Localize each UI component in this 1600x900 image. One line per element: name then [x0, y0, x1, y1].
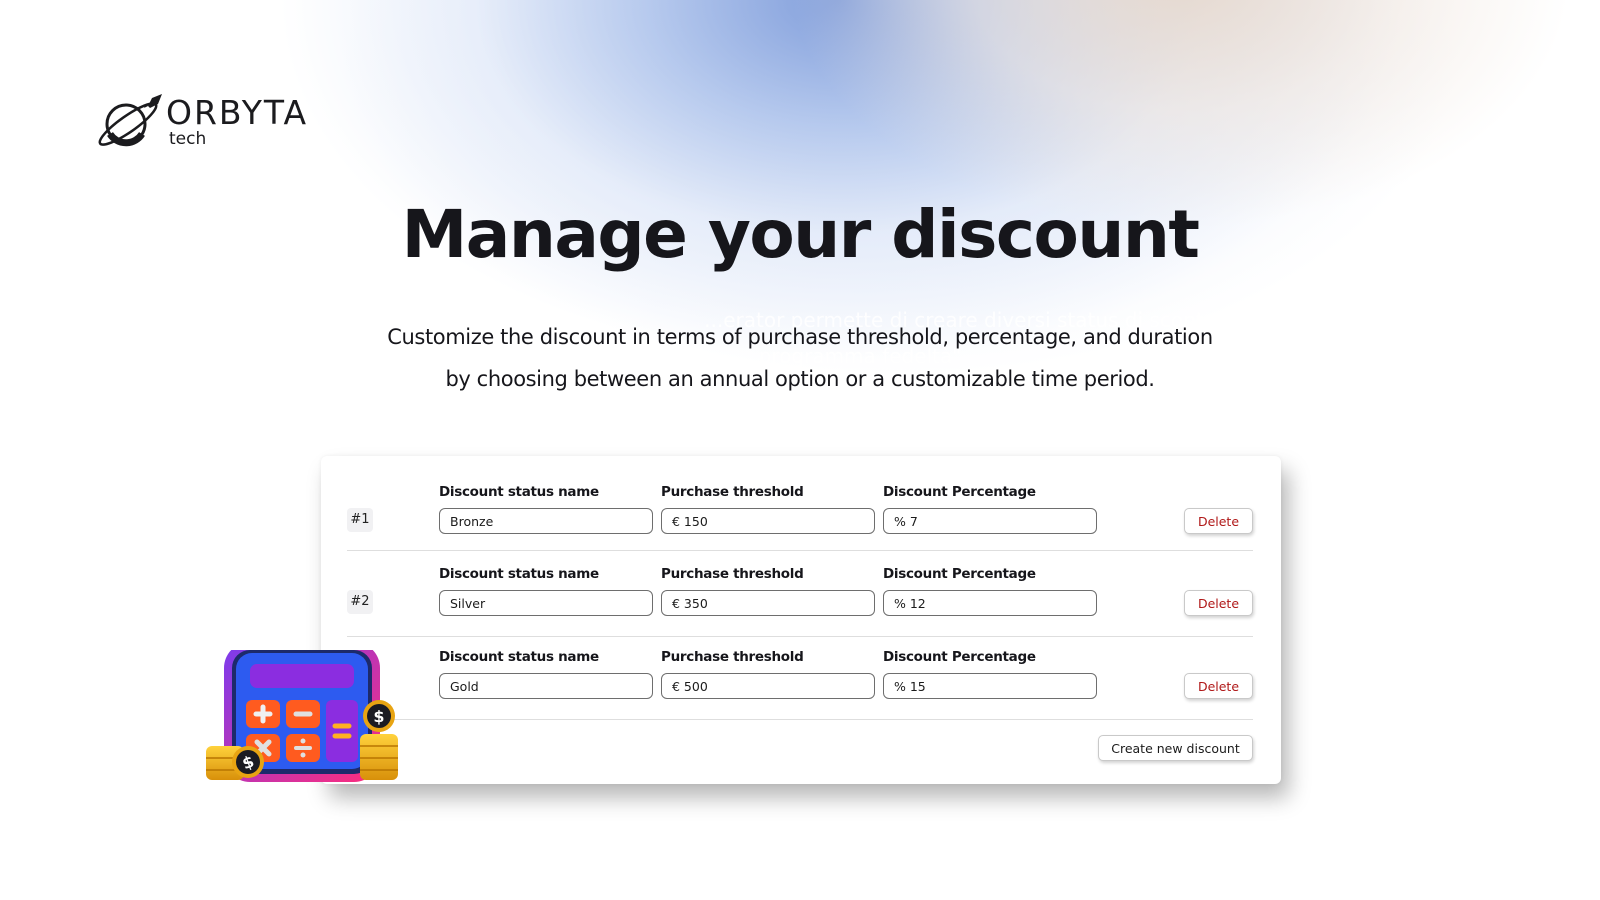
name-input[interactable] — [439, 508, 653, 534]
threshold-field: Purchase threshold — [661, 482, 875, 534]
name-label: Discount status name — [439, 566, 599, 582]
coin-stack-right: $ — [360, 700, 398, 780]
threshold-field: Purchase threshold — [661, 647, 875, 699]
threshold-field: Purchase threshold — [661, 564, 875, 616]
name-field: Discount status name — [439, 564, 653, 616]
percentage-input[interactable] — [883, 508, 1097, 534]
brand-name: ORBYTA — [166, 93, 309, 132]
page-title: Manage your discount — [401, 196, 1200, 273]
delete-button[interactable]: Delete — [1184, 673, 1253, 699]
name-label: Discount status name — [439, 649, 599, 665]
discount-row: #3 Discount status name Purchase thresho… — [347, 621, 1253, 703]
row-divider — [347, 719, 1253, 720]
planet-rocket-icon — [98, 94, 162, 147]
threshold-label: Purchase threshold — [661, 649, 804, 665]
delete-button[interactable]: Delete — [1184, 508, 1253, 534]
percentage-label: Discount Percentage — [883, 566, 1036, 582]
row-index: #2 — [347, 590, 373, 614]
discount-card: #1 Discount status name Purchase thresho… — [321, 456, 1281, 784]
brand-sub: tech — [169, 129, 207, 149]
percentage-field: Discount Percentage — [883, 564, 1097, 616]
percentage-label: Discount Percentage — [883, 649, 1036, 665]
svg-text:$: $ — [373, 707, 384, 726]
name-field: Discount status name — [439, 647, 653, 699]
discount-row: #2 Discount status name Purchase thresho… — [347, 538, 1253, 620]
percentage-field: Discount Percentage — [883, 482, 1097, 534]
threshold-input[interactable] — [661, 673, 875, 699]
name-input[interactable] — [439, 673, 653, 699]
threshold-input[interactable] — [661, 508, 875, 534]
row-index: #1 — [347, 508, 373, 532]
coin-stack-left: $ — [206, 746, 264, 780]
threshold-input[interactable] — [661, 590, 875, 616]
name-label: Discount status name — [439, 484, 599, 500]
name-field: Discount status name — [439, 482, 653, 534]
subtitle-line1: Customize the discount in terms of purch… — [387, 325, 1213, 349]
calculator-coins-icon: $ $ — [206, 650, 398, 782]
subtitle-line2: by choosing between an annual option or … — [445, 367, 1155, 391]
name-input[interactable] — [439, 590, 653, 616]
percentage-input[interactable] — [883, 673, 1097, 699]
delete-button[interactable]: Delete — [1184, 590, 1253, 616]
percentage-input[interactable] — [883, 590, 1097, 616]
percentage-label: Discount Percentage — [883, 484, 1036, 500]
calculator-screen — [250, 664, 354, 688]
discount-row: #1 Discount status name Purchase thresho… — [347, 456, 1253, 538]
page-subtitle: Customize the discount in terms of purch… — [0, 316, 1600, 400]
create-discount-button[interactable]: Create new discount — [1098, 735, 1253, 761]
threshold-label: Purchase threshold — [661, 566, 804, 582]
threshold-label: Purchase threshold — [661, 484, 804, 500]
percentage-field: Discount Percentage — [883, 647, 1097, 699]
brand-logo: ORBYTA tech — [96, 94, 308, 150]
